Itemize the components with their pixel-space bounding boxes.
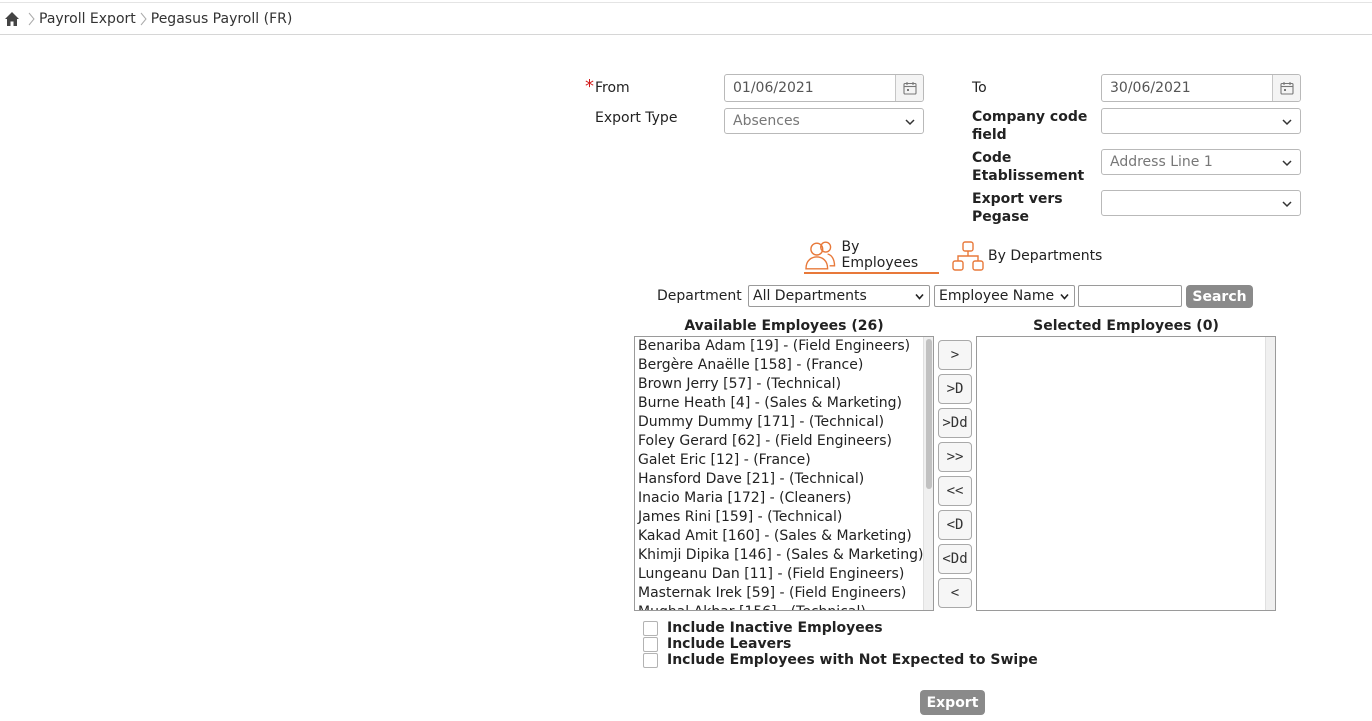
- export-vers-pegase-select[interactable]: [1101, 190, 1301, 216]
- search-button[interactable]: Search: [1186, 285, 1253, 308]
- chevron-down-icon: [1060, 293, 1069, 300]
- list-item[interactable]: Benariba Adam [19] - (Field Engineers): [635, 337, 933, 356]
- include-inactive-label: Include Inactive Employees: [667, 620, 883, 636]
- company-code-select[interactable]: [1101, 108, 1301, 134]
- move-all-right-button[interactable]: >>: [938, 442, 972, 472]
- export-vers-pegase-label: Export vers Pegase: [972, 191, 1063, 225]
- include-leavers-label: Include Leavers: [667, 636, 792, 652]
- list-item[interactable]: Bergère Anaëlle [158] - (France): [635, 356, 933, 375]
- chevron-down-icon: [915, 293, 924, 300]
- home-icon[interactable]: [4, 11, 20, 27]
- move-left-button[interactable]: <: [938, 578, 972, 608]
- calendar-icon[interactable]: [895, 75, 923, 101]
- chevron-down-icon: [1282, 201, 1292, 208]
- search-field-select[interactable]: Employee Name: [934, 285, 1075, 307]
- code-etablissement-label: Code Etablissement: [972, 150, 1085, 184]
- export-type-value: Absences: [733, 113, 800, 129]
- list-item[interactable]: Kakad Amit [160] - (Sales & Marketing): [635, 527, 933, 546]
- move-department-descendants-right-button[interactable]: >Dd: [938, 408, 972, 438]
- required-marker: *: [585, 76, 594, 97]
- org-chart-icon: [952, 241, 984, 271]
- selected-employees-list[interactable]: [976, 336, 1276, 611]
- include-inactive-checkbox[interactable]: [643, 620, 658, 636]
- tab-by-employees[interactable]: By Employees: [804, 238, 939, 274]
- move-department-left-button[interactable]: <D: [938, 510, 972, 540]
- list-item[interactable]: Masternak Irek [59] - (Field Engineers): [635, 584, 933, 603]
- users-icon: [805, 241, 836, 270]
- department-label: Department: [657, 288, 742, 304]
- department-select[interactable]: All Departments: [748, 285, 930, 307]
- include-not-expected-swipe-label: Include Employees with Not Expected to S…: [667, 652, 1038, 668]
- department-value: All Departments: [753, 288, 867, 304]
- list-item[interactable]: Galet Eric [12] - (France): [635, 451, 933, 470]
- chevron-down-icon: [905, 119, 915, 126]
- from-date-field[interactable]: 01/06/2021: [724, 74, 924, 102]
- list-scrollbar[interactable]: [923, 337, 933, 610]
- include-leavers-option[interactable]: Include Leavers: [643, 636, 791, 652]
- chevron-down-icon: [1282, 160, 1292, 167]
- code-etablissement-select[interactable]: Address Line 1: [1101, 149, 1301, 175]
- available-employees-title: Available Employees (26): [684, 318, 884, 334]
- include-inactive-option[interactable]: Include Inactive Employees: [643, 620, 883, 636]
- list-item[interactable]: Burne Heath [4] - (Sales & Marketing): [635, 394, 933, 413]
- breadcrumb-current: Pegasus Payroll (FR): [150, 10, 293, 27]
- calendar-icon[interactable]: [1272, 75, 1300, 101]
- to-date-value: 30/06/2021: [1110, 80, 1191, 96]
- move-department-descendants-left-button[interactable]: <Dd: [938, 544, 972, 574]
- available-employees-list[interactable]: Benariba Adam [19] - (Field Engineers) Be…: [634, 336, 934, 611]
- chevron-down-icon: [1282, 119, 1292, 126]
- search-field-value: Employee Name: [939, 288, 1055, 304]
- available-employees-items: Benariba Adam [19] - (Field Engineers) Be…: [635, 337, 933, 610]
- search-input[interactable]: [1078, 285, 1182, 307]
- tab-by-departments-label: By Departments: [988, 248, 1103, 264]
- list-item[interactable]: Inacio Maria [172] - (Cleaners): [635, 489, 933, 508]
- list-scrollbar[interactable]: [1265, 337, 1275, 610]
- from-label: From: [595, 80, 630, 96]
- tab-by-employees-label: By Employees: [841, 239, 919, 271]
- include-not-expected-swipe-option[interactable]: Include Employees with Not Expected to S…: [643, 652, 1038, 668]
- include-not-expected-swipe-checkbox[interactable]: [643, 652, 658, 668]
- chevron-right-icon: [140, 12, 147, 26]
- include-leavers-checkbox[interactable]: [643, 636, 658, 652]
- chevron-right-icon: [28, 12, 35, 26]
- code-etablissement-value: Address Line 1: [1110, 154, 1213, 170]
- breadcrumb-payroll-export[interactable]: Payroll Export: [39, 11, 136, 27]
- list-item[interactable]: James Rini [159] - (Technical): [635, 508, 933, 527]
- list-item[interactable]: Foley Gerard [62] - (Field Engineers): [635, 432, 933, 451]
- breadcrumb: Payroll Export Pegasus Payroll (FR): [0, 3, 1372, 35]
- to-date-field[interactable]: 30/06/2021: [1101, 74, 1301, 102]
- selected-employees-title: Selected Employees (0): [1033, 318, 1219, 334]
- tab-by-departments[interactable]: By Departments: [952, 238, 1112, 274]
- export-type-label: Export Type: [595, 110, 678, 126]
- list-item[interactable]: Dummy Dummy [171] - (Technical): [635, 413, 933, 432]
- scrollbar-thumb[interactable]: [926, 339, 932, 489]
- company-code-label: Company code field: [972, 109, 1088, 143]
- list-item[interactable]: Hansford Dave [21] - (Technical): [635, 470, 933, 489]
- from-date-value: 01/06/2021: [733, 80, 814, 96]
- export-button[interactable]: Export: [920, 690, 985, 715]
- move-right-button[interactable]: >: [938, 340, 972, 370]
- export-type-select[interactable]: Absences: [724, 108, 924, 134]
- move-department-right-button[interactable]: >D: [938, 374, 972, 404]
- list-item[interactable]: Brown Jerry [57] - (Technical): [635, 375, 933, 394]
- list-item[interactable]: Mughal Akbar [156] - (Technical): [635, 603, 933, 610]
- list-item[interactable]: Khimji Dipika [146] - (Sales & Marketing…: [635, 546, 933, 565]
- to-label: To: [972, 80, 987, 96]
- list-item[interactable]: Lungeanu Dan [11] - (Field Engineers): [635, 565, 933, 584]
- move-all-left-button[interactable]: <<: [938, 476, 972, 506]
